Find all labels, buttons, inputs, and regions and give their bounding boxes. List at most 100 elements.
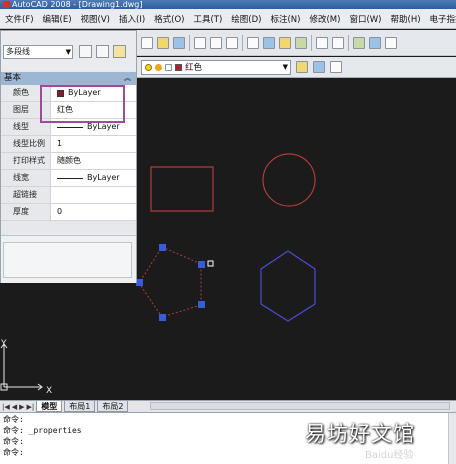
ucs-y-label: Y bbox=[0, 339, 7, 349]
autocad-app-icon bbox=[3, 1, 10, 8]
properties-panel: 多段线 ▼ 基本 ︽ 颜色 ByLayer 图层 红色 线型 ByLayer 线… bbox=[0, 30, 137, 283]
ucs-x-label: X bbox=[46, 386, 52, 396]
properties-description-area bbox=[1, 235, 136, 283]
command-scrollbar[interactable] bbox=[448, 413, 456, 464]
property-row-plotstyle[interactable]: 打印样式 随颜色 bbox=[1, 153, 136, 170]
command-line: 命令: bbox=[3, 437, 24, 446]
command-input[interactable]: 命令: bbox=[3, 448, 24, 458]
property-row-ltscale[interactable]: 线型比例 1 bbox=[1, 136, 136, 153]
menu-modify[interactable]: 修改(M) bbox=[306, 13, 343, 25]
property-value[interactable]: 1 bbox=[51, 136, 136, 152]
property-label: 线宽 bbox=[1, 170, 51, 186]
chevron-down-icon: ▼ bbox=[282, 63, 288, 71]
redo-icon[interactable] bbox=[332, 36, 344, 49]
bulb-icon bbox=[145, 63, 152, 71]
tab-next-icon[interactable]: ▶ bbox=[19, 403, 24, 411]
menu-file[interactable]: 文件(F) bbox=[2, 13, 37, 25]
menu-insert[interactable]: 插入(I) bbox=[116, 13, 148, 25]
match-properties-icon[interactable] bbox=[295, 36, 307, 49]
property-value[interactable]: 0 bbox=[51, 204, 136, 220]
lineweight-value-text: ByLayer bbox=[87, 173, 120, 182]
sun-icon bbox=[155, 63, 162, 71]
tab-prev-icon[interactable]: ◀ bbox=[12, 403, 17, 411]
menu-dimension[interactable]: 标注(N) bbox=[267, 13, 303, 25]
zoom-window-icon[interactable] bbox=[385, 36, 397, 49]
property-label: 厚度 bbox=[1, 204, 51, 220]
pan-icon[interactable] bbox=[353, 36, 365, 49]
current-layer-name: 红色 bbox=[185, 63, 203, 73]
print-icon[interactable] bbox=[194, 36, 206, 49]
toolbar-separator bbox=[189, 34, 190, 51]
grip-5[interactable] bbox=[136, 279, 143, 286]
new-file-icon[interactable] bbox=[141, 36, 153, 49]
tab-model[interactable]: 模型 bbox=[36, 401, 63, 412]
cut-icon[interactable] bbox=[247, 36, 259, 49]
tab-layout1[interactable]: 布局1 bbox=[64, 401, 96, 412]
toolbar-separator bbox=[311, 34, 312, 51]
section-general-header[interactable]: 基本 ︽ bbox=[1, 72, 136, 85]
window-title: AutoCAD 2008 - [Drawing1.dwg] bbox=[12, 0, 143, 9]
property-value[interactable] bbox=[51, 187, 136, 203]
property-label: 超链接 bbox=[1, 187, 51, 203]
layers-toolbar: 红色 ▼ bbox=[137, 57, 456, 78]
color-swatch-icon bbox=[175, 63, 182, 71]
copy-icon[interactable] bbox=[263, 36, 275, 49]
menu-tools[interactable]: 工具(T) bbox=[190, 13, 225, 25]
property-row-hyperlink[interactable]: 超链接 bbox=[1, 187, 136, 204]
undo-icon[interactable] bbox=[316, 36, 328, 49]
property-row-lineweight[interactable]: 线宽 ByLayer bbox=[1, 170, 136, 187]
layer-dropdown[interactable]: 红色 ▼ bbox=[141, 59, 291, 75]
grip-4[interactable] bbox=[159, 314, 166, 321]
property-value[interactable]: 随颜色 bbox=[51, 153, 136, 169]
select-objects-icon[interactable] bbox=[96, 45, 109, 58]
collapse-chevron-icon[interactable]: ︽ bbox=[124, 72, 131, 85]
description-box bbox=[3, 242, 132, 278]
menu-view[interactable]: 视图(V) bbox=[78, 13, 113, 25]
annotation-highlight-box bbox=[40, 85, 125, 123]
horizontal-scrollbar[interactable] bbox=[150, 402, 450, 410]
open-file-icon[interactable] bbox=[157, 36, 169, 49]
chevron-down-icon: ▼ bbox=[65, 48, 71, 56]
tab-last-icon[interactable]: ▶| bbox=[27, 403, 35, 411]
publish-icon[interactable] bbox=[226, 36, 238, 49]
linetype-sample bbox=[57, 126, 83, 128]
grip-2[interactable] bbox=[198, 261, 205, 268]
layer-previous-icon[interactable] bbox=[313, 61, 325, 73]
grip-3[interactable] bbox=[198, 301, 205, 308]
save-icon[interactable] bbox=[173, 36, 185, 49]
preview-icon[interactable] bbox=[210, 36, 222, 49]
property-row-thickness[interactable]: 厚度 0 bbox=[1, 204, 136, 221]
menu-draw[interactable]: 绘图(D) bbox=[228, 13, 264, 25]
object-type-value: 多段线 bbox=[6, 47, 30, 56]
layer-states-icon[interactable] bbox=[330, 61, 342, 73]
command-line: 命令: bbox=[3, 415, 24, 424]
quick-select-icon[interactable] bbox=[113, 45, 126, 58]
menu-format[interactable]: 格式(O) bbox=[151, 13, 187, 25]
property-label: 打印样式 bbox=[1, 153, 51, 169]
lock-icon bbox=[165, 63, 172, 71]
menu-express[interactable]: 电子指批(... bbox=[427, 13, 456, 25]
zoom-icon[interactable] bbox=[369, 36, 381, 49]
section-title: 基本 bbox=[4, 73, 22, 83]
toolbar-separator bbox=[348, 34, 349, 51]
properties-header: 多段线 ▼ bbox=[1, 31, 136, 71]
standard-toolbar bbox=[137, 30, 456, 56]
make-current-layer-icon[interactable] bbox=[296, 61, 308, 73]
command-line: 命令: _properties bbox=[3, 426, 82, 435]
lineweight-sample bbox=[57, 177, 83, 179]
title-bar: AutoCAD 2008 - [Drawing1.dwg] bbox=[0, 0, 456, 9]
menu-window[interactable]: 窗口(W) bbox=[346, 13, 384, 25]
grip-1[interactable] bbox=[159, 244, 166, 251]
toggle-pickadd-icon[interactable] bbox=[79, 45, 92, 58]
toolbar-separator bbox=[242, 34, 243, 51]
tab-first-icon[interactable]: |◀ bbox=[2, 403, 10, 411]
watermark-text: 易坊好文馆 bbox=[305, 422, 415, 446]
menu-help[interactable]: 帮助(H) bbox=[388, 13, 424, 25]
property-label: 线型比例 bbox=[1, 136, 51, 152]
paste-icon[interactable] bbox=[279, 36, 291, 49]
tab-layout2[interactable]: 布局2 bbox=[97, 401, 129, 412]
watermark-small-text: Baidu经验 bbox=[365, 450, 414, 461]
object-type-dropdown[interactable]: 多段线 ▼ bbox=[3, 45, 73, 59]
menu-edit[interactable]: 编辑(E) bbox=[40, 13, 75, 25]
property-value[interactable]: ByLayer bbox=[51, 170, 136, 186]
